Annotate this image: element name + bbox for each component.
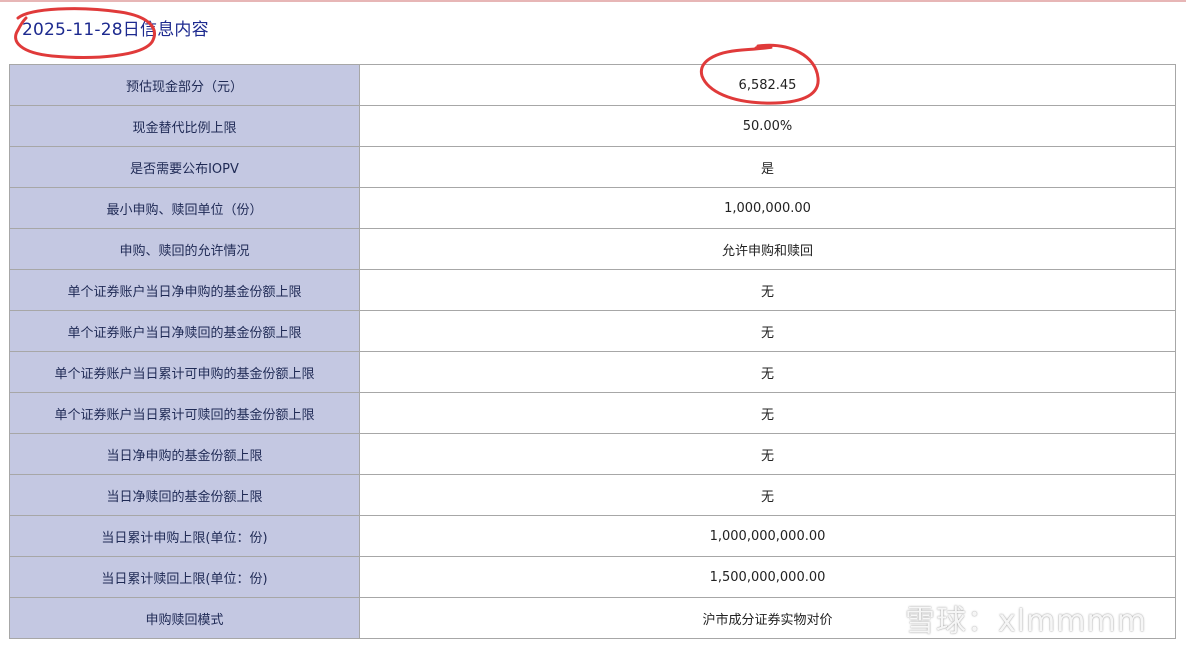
row-label: 当日净赎回的基金份额上限 xyxy=(9,474,360,516)
table-row: 单个证券账户当日累计可申购的基金份额上限 无 xyxy=(9,351,1176,393)
row-value: 无 xyxy=(359,392,1176,434)
info-table: 预估现金部分（元） 6,582.45 现金替代比例上限 50.00% 是否需要公… xyxy=(9,64,1176,639)
table-row: 当日累计申购上限(单位：份) 1,000,000,000.00 xyxy=(9,515,1176,557)
table-row: 单个证券账户当日净申购的基金份额上限 无 xyxy=(9,269,1176,311)
table-row: 预估现金部分（元） 6,582.45 xyxy=(9,64,1176,106)
row-label: 申购赎回模式 xyxy=(9,597,360,639)
row-value: 无 xyxy=(359,269,1176,311)
row-value: 1,000,000,000.00 xyxy=(359,515,1176,557)
row-value: 是 xyxy=(359,146,1176,188)
row-value: 无 xyxy=(359,351,1176,393)
row-value: 6,582.45 xyxy=(359,64,1176,106)
page: 2025-11-28日信息内容 预估现金部分（元） 6,582.45 现金替代比… xyxy=(0,0,1186,655)
row-value: 无 xyxy=(359,474,1176,516)
row-label: 单个证券账户当日净赎回的基金份额上限 xyxy=(9,310,360,352)
snowball-logo-icon xyxy=(859,600,895,636)
watermark-text: 雪球：xlmmmm xyxy=(905,604,1147,639)
row-value: 允许申购和赎回 xyxy=(359,228,1176,270)
row-label: 单个证券账户当日累计可申购的基金份额上限 xyxy=(9,351,360,393)
row-value: 50.00% xyxy=(359,105,1176,147)
table-row: 最小申购、赎回单位（份） 1,000,000.00 xyxy=(9,187,1176,229)
row-label: 现金替代比例上限 xyxy=(9,105,360,147)
row-label: 预估现金部分（元） xyxy=(9,64,360,106)
row-value: 1,500,000,000.00 xyxy=(359,556,1176,598)
row-label: 单个证券账户当日净申购的基金份额上限 xyxy=(9,269,360,311)
watermark: 雪球：xlmmmm xyxy=(857,596,1147,640)
row-label: 当日净申购的基金份额上限 xyxy=(9,433,360,475)
row-label: 最小申购、赎回单位（份） xyxy=(9,187,360,229)
table-row: 单个证券账户当日累计可赎回的基金份额上限 无 xyxy=(9,392,1176,434)
row-value: 无 xyxy=(359,310,1176,352)
table-row: 申购、赎回的允许情况 允许申购和赎回 xyxy=(9,228,1176,270)
table-row: 当日净申购的基金份额上限 无 xyxy=(9,433,1176,475)
row-value: 1,000,000.00 xyxy=(359,187,1176,229)
table-row: 当日累计赎回上限(单位：份) 1,500,000,000.00 xyxy=(9,556,1176,598)
table-row: 单个证券账户当日净赎回的基金份额上限 无 xyxy=(9,310,1176,352)
table-row: 现金替代比例上限 50.00% xyxy=(9,105,1176,147)
page-title: 2025-11-28日信息内容 xyxy=(22,20,209,40)
row-label: 申购、赎回的允许情况 xyxy=(9,228,360,270)
table-row: 是否需要公布IOPV 是 xyxy=(9,146,1176,188)
row-label: 当日累计申购上限(单位：份) xyxy=(9,515,360,557)
row-label: 单个证券账户当日累计可赎回的基金份额上限 xyxy=(9,392,360,434)
row-label: 是否需要公布IOPV xyxy=(9,146,360,188)
table-row: 当日净赎回的基金份额上限 无 xyxy=(9,474,1176,516)
top-divider xyxy=(0,0,1186,2)
row-value: 无 xyxy=(359,433,1176,475)
row-label: 当日累计赎回上限(单位：份) xyxy=(9,556,360,598)
